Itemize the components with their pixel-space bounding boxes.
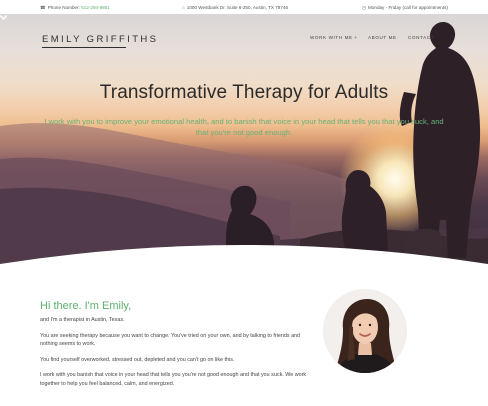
- therapist-portrait: [323, 289, 407, 373]
- address-text: 1000 Westbank Dr. Suite 6-250, Austin, T…: [186, 5, 288, 10]
- hours-info: ◷ Monday - Friday (call for appointments): [362, 5, 448, 11]
- hero-section: EMILY GRIFFITHS WORK WITH ME + ABOUT ME …: [0, 14, 488, 274]
- hero-title: Transformative Therapy for Adults: [99, 82, 389, 103]
- hours-text: Monday - Friday (call for appointments): [368, 5, 448, 10]
- phone-icon: ☎: [40, 5, 46, 10]
- home-icon: ⌂: [182, 5, 185, 10]
- phone-info: ☎ Phone Number: 512-294-9861: [40, 5, 110, 11]
- chevron-down-icon[interactable]: [0, 14, 7, 21]
- top-info-bar: ☎ Phone Number: 512-294-9861 ⌂ 1000 Westba…: [0, 0, 488, 14]
- address-info: ⌂ 1000 Westbank Dr. Suite 6-250, Austin, …: [182, 5, 288, 10]
- intro-paragraph: You find yourself overworked, stressed o…: [40, 356, 235, 363]
- phone-label: Phone Number:: [47, 5, 80, 10]
- logo-underline: [42, 47, 126, 48]
- site-logo[interactable]: EMILY GRIFFITHS: [42, 34, 158, 45]
- intro-paragraph: You are seeking therapy because you want…: [40, 332, 301, 348]
- hero-landscape-image: [0, 22, 488, 274]
- intro-heading: Hi there. I'm Emily,: [40, 300, 132, 312]
- hero-subtitle: I work with you to improve your emotiona…: [44, 117, 444, 137]
- nav-contact[interactable]: CONTACT: [408, 35, 434, 40]
- intro-paragraph: and I'm a therapist in Austin, Texas.: [40, 317, 125, 323]
- intro-paragraph: I work with you banish that voice in you…: [40, 372, 307, 387]
- phone-number-link[interactable]: 512-294-9861: [81, 5, 110, 10]
- clock-icon: ◷: [362, 5, 367, 10]
- nav-about-me[interactable]: ABOUT ME: [368, 35, 397, 40]
- intro-section: Hi there. I'm Emily, and I'm a therapist…: [40, 300, 312, 396]
- nav-work-with-me[interactable]: WORK WITH ME +: [310, 35, 358, 40]
